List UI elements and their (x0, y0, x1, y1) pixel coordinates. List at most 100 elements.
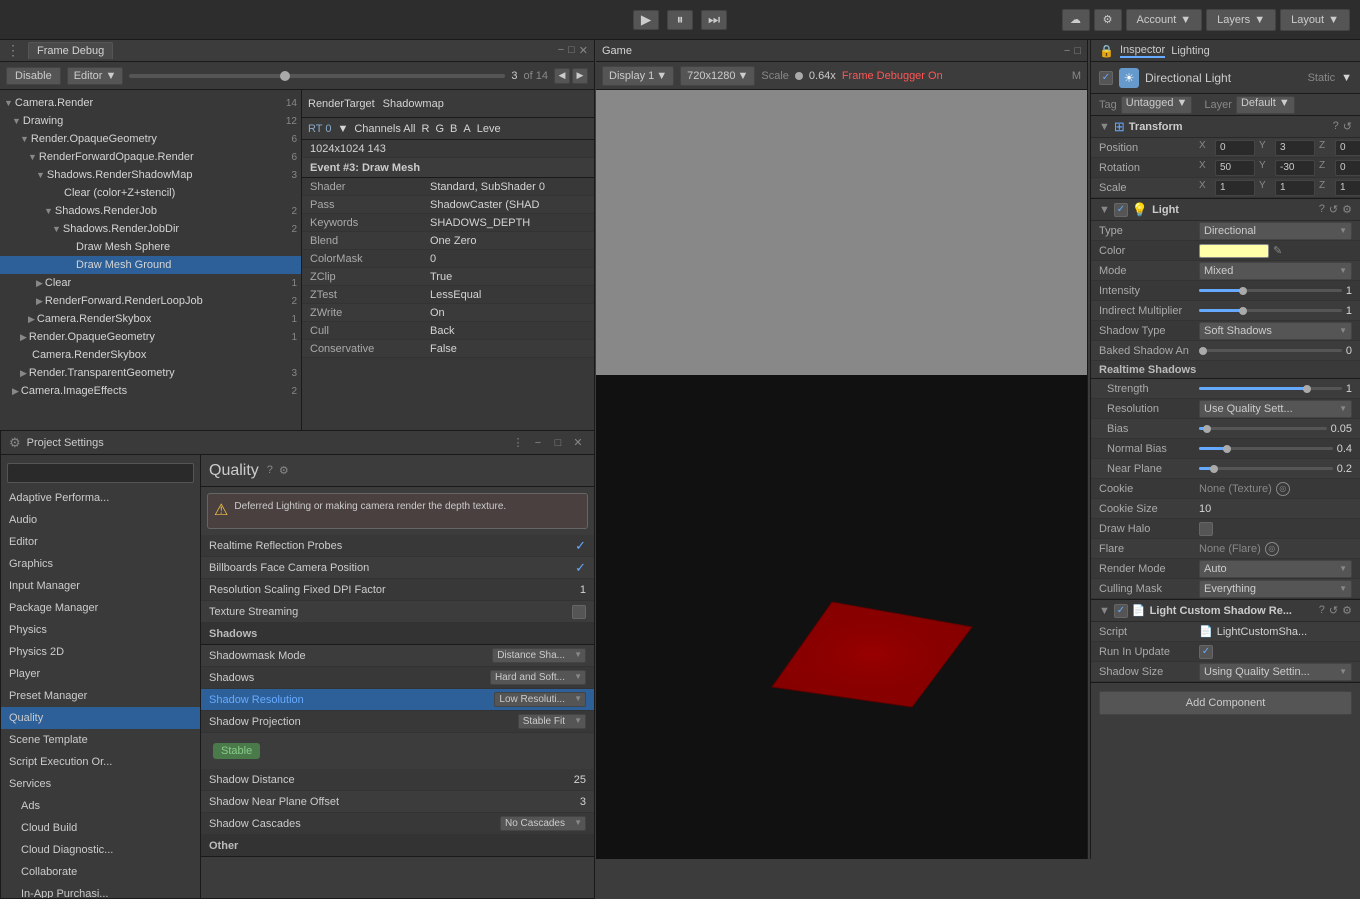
draw-halo-check[interactable] (1199, 522, 1213, 536)
tree-item[interactable]: ▼ Shadows.RenderJobDir 2 (0, 220, 301, 238)
inspector-tab[interactable]: Inspector (1120, 44, 1165, 58)
pos-z-field[interactable] (1335, 140, 1360, 156)
layers-button[interactable]: Layers▼ (1206, 9, 1276, 31)
pos-y-field[interactable] (1275, 140, 1315, 156)
add-component-button[interactable]: Add Component (1099, 691, 1352, 715)
scale-x-field[interactable] (1215, 180, 1255, 196)
settings-item-physics[interactable]: Physics (1, 619, 200, 641)
account-button[interactable]: Account▼ (1126, 9, 1203, 31)
light-custom-header[interactable]: ▼ ✓ 📄 Light Custom Shadow Re... ? ↺ ⚙ (1091, 600, 1360, 622)
next-frame-button[interactable]: ▶ (572, 68, 588, 84)
tree-item[interactable]: ▼ Shadows.RenderShadowMap 3 (0, 166, 301, 184)
custom-refresh-icon[interactable]: ↺ (1329, 604, 1338, 617)
light-refresh-icon[interactable]: ↺ (1329, 203, 1338, 216)
lock-icon[interactable]: 🔒 (1099, 44, 1114, 58)
settings-item-iap[interactable]: In-App Purchasi... (1, 883, 200, 898)
settings-item-cloud-diag[interactable]: Cloud Diagnostic... (1, 839, 200, 861)
shadowmask-dropdown[interactable]: Distance Sha... (492, 648, 586, 663)
light-gear-icon[interactable]: ⚙ (1342, 203, 1352, 216)
reflection-probes-check[interactable]: ✓ (575, 538, 586, 554)
settings-item-graphics[interactable]: Graphics (1, 553, 200, 575)
layout-button[interactable]: Layout▼ (1280, 9, 1350, 31)
game-minimize-icon[interactable]: − (1064, 45, 1070, 57)
intensity-slider[interactable]: 1 (1199, 285, 1352, 297)
editor-dropdown[interactable]: Editor▼ (67, 67, 124, 85)
shadow-type-dropdown[interactable]: Soft Shadows (1199, 322, 1352, 340)
game-more-icon[interactable]: M (1072, 70, 1081, 82)
settings-item-collaborate[interactable]: Collaborate (1, 861, 200, 883)
frame-slider[interactable] (129, 74, 505, 78)
prev-frame-button[interactable]: ◀ (554, 68, 570, 84)
pos-x-field[interactable] (1215, 140, 1255, 156)
object-enabled-check[interactable]: ✓ (1099, 71, 1113, 85)
game-tab[interactable]: Game (602, 45, 632, 57)
run-in-update-check[interactable]: ✓ (1199, 645, 1213, 659)
rot-y-field[interactable] (1275, 160, 1315, 176)
indirect-slider[interactable]: 1 (1199, 305, 1352, 317)
settings-item-player[interactable]: Player (1, 663, 200, 685)
light-header[interactable]: ▼ ✓ 💡 Light ? ↺ ⚙ (1091, 199, 1360, 221)
settings-item-adaptive[interactable]: Adaptive Performa... (1, 487, 200, 509)
resolution-dropdown[interactable]: 720x1280▼ (680, 66, 755, 86)
minimize-icon[interactable]: − (558, 44, 564, 57)
custom-gear-icon[interactable]: ⚙ (1342, 604, 1352, 617)
settings-item-physics2d[interactable]: Physics 2D (1, 641, 200, 663)
pause-button[interactable]: ⏸ (667, 10, 693, 30)
panel-menu-icon[interactable]: ⋮ (6, 42, 20, 59)
tree-item[interactable]: ▼ RenderForwardOpaque.Render 6 (0, 148, 301, 166)
render-mode-dropdown[interactable]: Auto (1199, 560, 1352, 578)
color-picker-icon[interactable]: ✎ (1273, 244, 1282, 257)
culling-mask-dropdown[interactable]: Everything (1199, 580, 1352, 598)
custom-enabled-check[interactable]: ✓ (1114, 604, 1128, 618)
strength-slider[interactable]: 1 (1199, 383, 1352, 395)
tree-item[interactable]: ▶ Camera.RenderSkybox 1 (0, 310, 301, 328)
tree-item[interactable]: ▼ Shadows.RenderJob 2 (0, 202, 301, 220)
light-color-swatch[interactable] (1199, 244, 1269, 258)
shadows-dropdown[interactable]: Hard and Soft... (490, 670, 586, 685)
step-button[interactable]: ⏭ (701, 10, 727, 30)
tree-item[interactable]: ▶ Camera.ImageEffects 2 (0, 382, 301, 400)
frame-debug-tab[interactable]: Frame Debug (28, 42, 113, 59)
settings-item-services[interactable]: Services (1, 773, 200, 795)
panel-close-btn[interactable]: ✕ (570, 435, 586, 451)
light-type-dropdown[interactable]: Directional (1199, 222, 1352, 240)
shadow-size-dropdown[interactable]: Using Quality Settin... (1199, 663, 1352, 681)
settings-gear-icon[interactable]: ⚙ (9, 435, 21, 451)
settings-item-preset[interactable]: Preset Manager (1, 685, 200, 707)
tree-item[interactable]: Clear (color+Z+stencil) (0, 184, 301, 202)
light-resolution-dropdown[interactable]: Use Quality Sett... (1199, 400, 1352, 418)
transform-header[interactable]: ▼ ⊞ Transform ? ↺ (1091, 116, 1360, 138)
layer-dropdown[interactable]: Default ▼ (1236, 96, 1295, 114)
disable-button[interactable]: Disable (6, 67, 61, 85)
custom-help-icon[interactable]: ? (1319, 604, 1325, 617)
tag-dropdown[interactable]: Untagged ▼ (1121, 96, 1193, 114)
settings-item-package[interactable]: Package Manager (1, 597, 200, 619)
tree-item[interactable]: ▶ Render.TransparentGeometry 3 (0, 364, 301, 382)
tree-item[interactable]: Draw Mesh Sphere (0, 238, 301, 256)
settings-item-ads[interactable]: Ads (1, 795, 200, 817)
settings-item-quality[interactable]: Quality (1, 707, 200, 729)
settings-item-cloud-build[interactable]: Cloud Build (1, 817, 200, 839)
transform-help-icon[interactable]: ? (1333, 120, 1339, 133)
play-button[interactable]: ▶ (633, 10, 659, 30)
maximize-icon[interactable]: □ (568, 44, 575, 57)
bias-slider[interactable]: 0.05 (1199, 423, 1352, 435)
gear-icon[interactable]: ⚙ (279, 464, 289, 477)
tree-item[interactable]: ▶ RenderForward.RenderLoopJob 2 (0, 292, 301, 310)
texture-streaming-check[interactable] (572, 605, 586, 619)
cookie-target-icon[interactable]: ◎ (1276, 482, 1290, 496)
collab-icon[interactable]: ☁ (1062, 9, 1090, 31)
tree-item-selected[interactable]: Draw Mesh Ground (0, 256, 301, 274)
shadow-resolution-dropdown[interactable]: Low Resoluti... (494, 692, 586, 707)
panel-minimize-btn[interactable]: − (530, 435, 546, 451)
panel-menu-btn[interactable]: ⋮ (510, 435, 526, 451)
shadow-projection-dropdown[interactable]: Stable Fit (518, 714, 586, 729)
light-help-icon[interactable]: ? (1319, 203, 1325, 216)
tree-item[interactable]: ▼ Render.OpaqueGeometry 6 (0, 130, 301, 148)
game-maximize-icon[interactable]: □ (1074, 45, 1081, 57)
close-icon[interactable]: ✕ (579, 44, 588, 57)
billboards-check[interactable]: ✓ (575, 560, 586, 576)
tree-item[interactable]: ▼ Camera.Render 14 (0, 94, 301, 112)
settings-item-editor[interactable]: Editor (1, 531, 200, 553)
scale-y-field[interactable] (1275, 180, 1315, 196)
